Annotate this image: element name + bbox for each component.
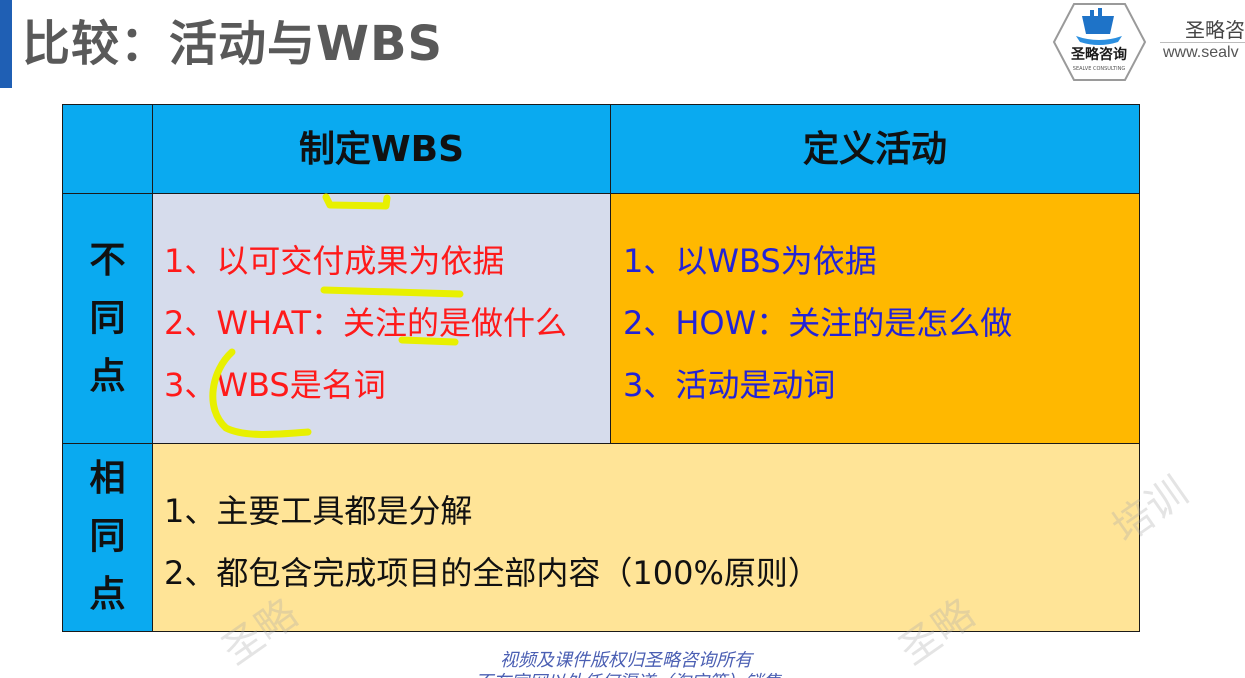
table-corner-cell — [62, 104, 153, 194]
row-label-char: 点 — [89, 356, 126, 397]
company-divider — [1160, 42, 1245, 43]
header-activity: 定义活动 — [802, 129, 947, 170]
logo-hexagon-icon: 圣略咨询 SEALVE CONSULTING — [1052, 3, 1147, 81]
logo-text: 圣略咨询 — [1070, 46, 1127, 63]
wbs-difference-item: 2、WHAT：关注的是做什么 — [164, 304, 568, 342]
similarities-cell: 1、主要工具都是分解 2、都包含完成项目的全部内容（100%原则） — [152, 443, 1140, 632]
company-logo: 圣略咨询 SEALVE CONSULTING — [1052, 2, 1147, 82]
title-accent-bar — [0, 0, 12, 88]
row-label-char: 不 — [89, 240, 126, 281]
differences-wbs-cell: 1、以可交付成果为依据 2、WHAT：关注的是做什么 3、WBS是名词 — [152, 193, 611, 444]
copyright-notice-second-line: 不在官网以外任何渠道（淘宝等）销售 — [475, 668, 781, 678]
wbs-difference-item: 1、以可交付成果为依据 — [164, 242, 505, 280]
company-url: www.sealv — [1163, 44, 1239, 61]
header-wbs-cell: 制定WBS — [152, 104, 611, 194]
row-label-char: 相 — [89, 458, 126, 499]
differences-activity-cell: 1、以WBS为依据 2、HOW：关注的是怎么做 3、活动是动词 — [610, 193, 1140, 444]
row-label-similarities: 相 同 点 — [63, 450, 152, 624]
similarity-item: 1、主要工具都是分解 — [164, 492, 473, 530]
row-label-similarities-cell: 相 同 点 — [62, 443, 153, 632]
activity-difference-item: 3、活动是动词 — [623, 366, 836, 404]
header-wbs: 制定WBS — [298, 129, 465, 170]
row-label-char: 同 — [89, 298, 126, 339]
similarity-item: 2、都包含完成项目的全部内容（100%原则） — [164, 554, 820, 592]
slide-page: 比较：活动与WBS 圣略咨询 SEALVE CONSULTING 圣略咨 www… — [0, 0, 1245, 678]
row-label-char: 同 — [89, 516, 126, 557]
slide-title: 比较：活动与WBS — [22, 16, 444, 72]
row-label-differences-cell: 不 同 点 — [62, 193, 153, 444]
activity-difference-item: 1、以WBS为依据 — [623, 242, 877, 280]
company-info: 圣略咨 www.sealv — [1160, 14, 1245, 84]
activity-difference-item: 2、HOW：关注的是怎么做 — [623, 304, 1013, 342]
row-label-char: 点 — [89, 574, 126, 615]
row-label-differences: 不 同 点 — [63, 232, 152, 406]
logo-subtext: SEALVE CONSULTING — [1073, 66, 1126, 72]
company-name: 圣略咨 — [1185, 18, 1245, 42]
comparison-table: 制定WBS 定义活动 不 同 点 1、以可交付成果为依据 2、WHAT：关注的是… — [62, 104, 1140, 632]
header-activity-cell: 定义活动 — [610, 104, 1140, 194]
wbs-difference-item: 3、WBS是名词 — [164, 366, 386, 404]
